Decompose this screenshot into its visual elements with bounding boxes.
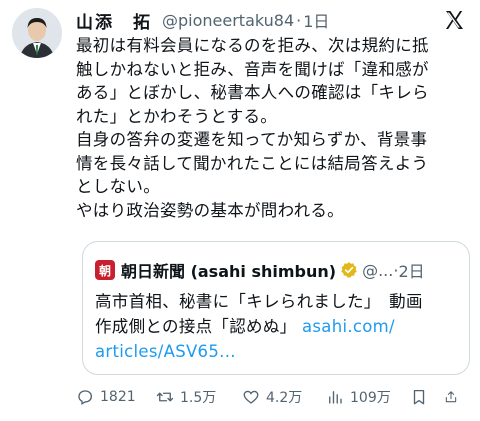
- action-bar: 1821 1.5万 4.2万 109万: [76, 386, 470, 408]
- avatar[interactable]: [12, 8, 62, 58]
- quoted-post-card[interactable]: 朝 朝日新聞 (asahi shimbun) @... · 2日 高市首相、秘書…: [82, 241, 470, 375]
- like-count: 4.2万: [266, 390, 303, 406]
- post-time[interactable]: 1日: [303, 8, 329, 32]
- post-line: 触しかねないと拒み、音声を聞けば「違和感が: [76, 59, 429, 79]
- article-link[interactable]: asahi.com/: [302, 317, 395, 336]
- quoted-line: articles/ASV65...: [95, 339, 423, 364]
- repost-count: 1.5万: [180, 390, 217, 406]
- post-line: れた」とかわそうとする。: [76, 106, 278, 126]
- quoted-author-name: 朝日新聞 (asahi shimbun): [121, 262, 337, 281]
- views-icon: [329, 391, 342, 404]
- post-line: としない。: [76, 177, 160, 196]
- quoted-post-body: 高市首相、秘書に「キレられました」 動画 作成側との接点「認めぬ」 asahi.…: [95, 289, 423, 364]
- asahi-logo: 朝: [95, 260, 115, 280]
- bookmark-button[interactable]: [410, 388, 444, 406]
- views-button[interactable]: 109万: [326, 387, 410, 407]
- bookmark-icon: [413, 389, 425, 405]
- like-button[interactable]: 4.2万: [242, 387, 326, 407]
- post-line: やはり政治姿勢の基本が問われる。: [76, 200, 344, 220]
- post-body: 最初は有料会員になるのを拒み、次は規約に抵 触しかねないと拒み、音声を聞けば「違…: [76, 34, 472, 222]
- quoted-post-time: 2日: [398, 262, 425, 281]
- like-icon: [243, 390, 259, 404]
- post-line: 情を長々話して聞かれたことには結局答えよう: [76, 153, 429, 173]
- author-handle[interactable]: @pioneertaku84: [162, 11, 294, 30]
- share-button[interactable]: [444, 388, 464, 406]
- article-link[interactable]: articles/ASV65...: [95, 342, 236, 361]
- reply-button[interactable]: 1821: [76, 388, 156, 406]
- quoted-line: 作成側との接点「認めぬ」 asahi.com/: [95, 314, 423, 339]
- quoted-author-handle: @...: [362, 260, 394, 280]
- quoted-line: 高市首相、秘書に「キレられました」 動画: [95, 292, 423, 311]
- reply-icon: [78, 390, 93, 405]
- author-name[interactable]: 山添 拓: [76, 8, 152, 33]
- repost-icon: [156, 392, 174, 402]
- post-header: 山添 拓 @pioneertaku84 · 1日: [76, 8, 466, 33]
- verified-badge-icon: [341, 262, 357, 278]
- post-line: 最初は有料会員になるのを拒み、次は規約に抵: [76, 36, 429, 55]
- separator-dot: ·: [296, 10, 302, 30]
- views-count: 109万: [350, 390, 391, 406]
- reply-count: 1821: [100, 389, 136, 405]
- quoted-line-text: 作成側との接点「認めぬ」: [95, 317, 297, 336]
- post-line: 自身の答弁の変遷を知ってか知らずか、背景事: [76, 130, 428, 149]
- repost-button[interactable]: 1.5万: [156, 387, 242, 407]
- quoted-post-header: 朝 朝日新聞 (asahi shimbun) @... · 2日: [95, 258, 459, 282]
- share-icon: [445, 391, 457, 403]
- x-logo-icon: [446, 11, 463, 29]
- post-line: ある」とぼかし、秘書本人への確認は「キレら: [76, 83, 429, 102]
